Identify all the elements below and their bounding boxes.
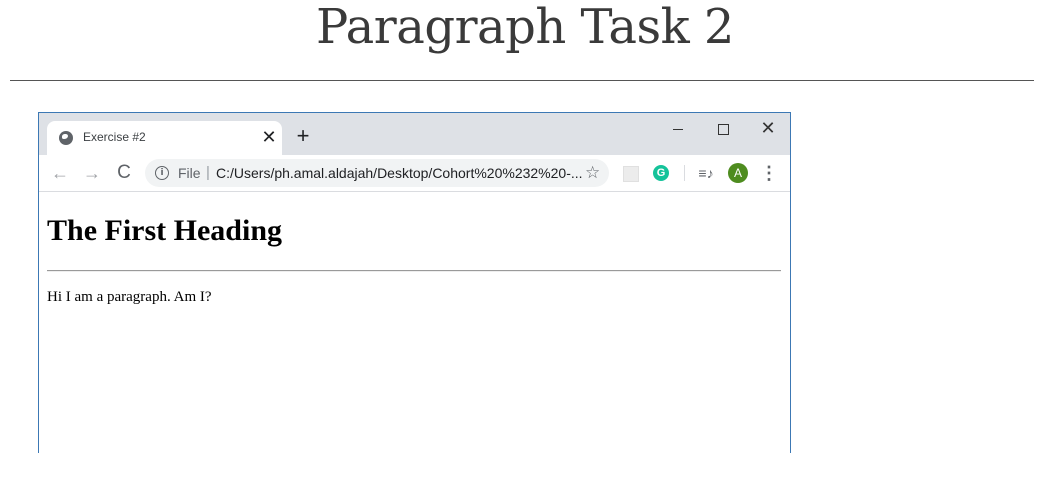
back-arrow-icon[interactable]: ← xyxy=(49,162,71,184)
browser-toolbar: ← → C i File | C:/Users/ph.amal.aldajah/… xyxy=(39,155,790,192)
toolbar-separator xyxy=(684,165,685,181)
url-text[interactable]: C:/Users/ph.amal.aldajah/Desktop/Cohort%… xyxy=(216,165,583,181)
minimize-button[interactable] xyxy=(663,119,693,137)
slide-title: Paragraph Task 2 xyxy=(316,0,734,55)
page-horizontal-rule xyxy=(47,270,781,272)
tab-title: Exercise #2 xyxy=(83,130,146,144)
window-close-button[interactable]: ✕ xyxy=(753,119,783,137)
bookmark-star-icon[interactable]: ☆ xyxy=(585,163,600,183)
extension-placeholder-icon[interactable] xyxy=(623,166,639,182)
maximize-icon xyxy=(717,123,729,135)
info-icon[interactable]: i xyxy=(155,166,169,180)
new-tab-button[interactable]: + xyxy=(293,125,313,147)
profile-avatar[interactable]: A xyxy=(728,163,748,183)
maximize-button[interactable] xyxy=(708,119,738,137)
address-bar[interactable]: i File | C:/Users/ph.amal.aldajah/Deskto… xyxy=(145,159,609,187)
page-paragraph: Hi I am a paragraph. Am I? xyxy=(47,289,212,305)
browser-window: Exercise #2 ✕ + ✕ ← → C i File | C:/User… xyxy=(38,112,791,453)
globe-icon xyxy=(59,131,73,145)
page-content: The First Heading Hi I am a paragraph. A… xyxy=(39,192,790,453)
menu-dots-icon[interactable]: ⋮ xyxy=(760,163,778,183)
slide-divider xyxy=(10,80,1034,81)
close-tab-icon[interactable]: ✕ xyxy=(260,127,278,147)
tab-exercise-2[interactable]: Exercise #2 ✕ xyxy=(47,121,282,155)
reload-icon[interactable]: C xyxy=(113,162,135,184)
page-heading: The First Heading xyxy=(47,214,283,247)
media-queue-icon[interactable]: ≡♪ xyxy=(697,164,715,182)
scheme-separator: | xyxy=(206,164,210,181)
minimize-icon xyxy=(673,128,683,130)
scheme-label: File xyxy=(178,165,201,181)
grammarly-extension-icon[interactable]: G xyxy=(653,165,669,181)
forward-arrow-icon[interactable]: → xyxy=(81,162,103,184)
tab-strip: Exercise #2 ✕ + ✕ xyxy=(39,113,790,155)
